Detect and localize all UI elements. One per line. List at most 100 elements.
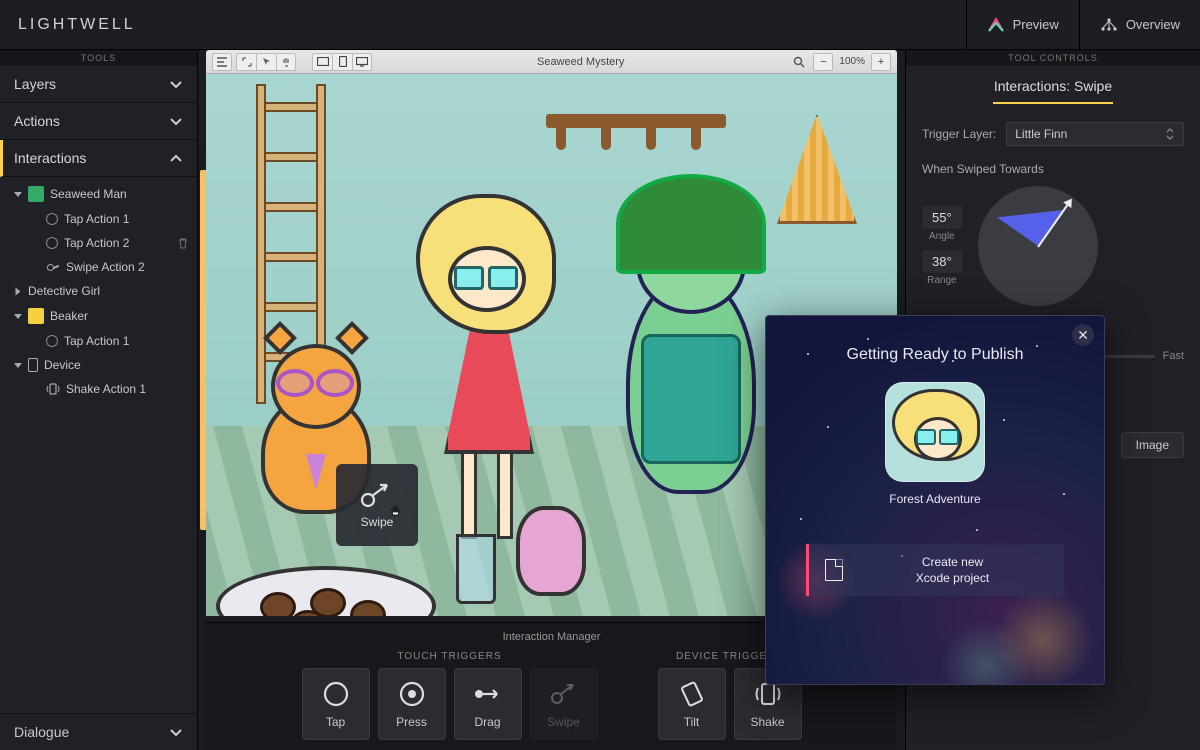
range-value[interactable]: 38°	[922, 250, 962, 273]
tree-item-tap-action-1[interactable]: Tap Action 1	[0, 207, 197, 231]
tree-item-label: Tap Action 2	[64, 236, 129, 250]
tools-label: TOOLS	[0, 50, 197, 66]
left-panel: TOOLS Layers Actions Interactions Seawee…	[0, 50, 198, 750]
tree-item-device[interactable]: Device	[0, 353, 197, 377]
angle-value[interactable]: 55°	[922, 206, 962, 229]
hand-button[interactable]	[276, 53, 296, 71]
tree-item-shake-action-1[interactable]: Shake Action 1	[0, 377, 197, 401]
section-dialogue-label: Dialogue	[14, 724, 69, 740]
scene-seaweed-man	[586, 154, 786, 534]
tree-item-seaweed-man[interactable]: Seaweed Man	[0, 181, 197, 207]
chevron-down-icon	[169, 725, 183, 739]
image-button[interactable]: Image	[1121, 432, 1184, 458]
tree-item-label: Tap Action 1	[64, 212, 129, 226]
swipe-direction-dial[interactable]	[978, 186, 1098, 306]
tree-item-label: Tap Action 1	[64, 334, 129, 348]
zoom-in-button[interactable]: +	[871, 53, 891, 71]
layer-thumb-icon	[28, 308, 44, 324]
layer-thumb-icon	[28, 186, 44, 202]
angle-label: Angle	[922, 231, 962, 242]
device-icon	[28, 358, 38, 372]
preview-button[interactable]: Preview	[966, 0, 1079, 49]
create-xcode-label: Create newXcode project	[857, 554, 1048, 586]
tree-item-beaker-tap-1[interactable]: Tap Action 1	[0, 329, 197, 353]
trigger-tap[interactable]: Tap	[302, 668, 370, 740]
trash-icon[interactable]	[177, 237, 189, 249]
tree-item-label: Beaker	[50, 309, 88, 323]
scene-coat-rack	[546, 114, 726, 128]
trigger-layer-label: Trigger Layer:	[922, 127, 996, 141]
preview-label: Preview	[1013, 17, 1059, 32]
shake-icon	[46, 383, 60, 395]
trigger-drag[interactable]: Drag	[454, 668, 522, 740]
swipe-drop-overlay[interactable]: Swipe	[336, 464, 418, 546]
app-logo: LIGHTWELL	[0, 16, 154, 34]
caret-down-icon	[14, 192, 22, 197]
overview-label: Overview	[1126, 17, 1180, 32]
tree-item-label: Swipe Action 2	[66, 260, 145, 274]
trigger-label: Swipe	[547, 715, 580, 729]
tree-item-swipe-action-2[interactable]: Swipe Action 2	[0, 255, 197, 279]
caret-down-icon	[14, 363, 22, 368]
caret-right-icon	[16, 287, 21, 295]
tree-item-label: Seaweed Man	[50, 187, 127, 201]
app-icon-preview	[885, 382, 985, 482]
device-portrait-button[interactable]	[332, 53, 352, 71]
zoom-out-button[interactable]: −	[813, 53, 833, 71]
pace-fast-label: Fast	[1163, 350, 1184, 362]
device-desktop-button[interactable]	[352, 53, 372, 71]
tap-icon	[46, 213, 58, 225]
tree-item-label: Device	[44, 358, 81, 372]
trigger-label: Tilt	[684, 715, 700, 729]
tap-icon	[46, 237, 58, 249]
section-dialogue[interactable]: Dialogue	[0, 713, 197, 750]
align-button[interactable]	[212, 53, 232, 71]
zoom-level: 100%	[837, 56, 867, 67]
expand-button[interactable]	[236, 53, 256, 71]
section-actions[interactable]: Actions	[0, 103, 197, 140]
chevron-up-icon	[169, 151, 183, 165]
tree-item-beaker[interactable]: Beaker	[0, 303, 197, 329]
scene-jug	[506, 476, 596, 596]
create-xcode-project-button[interactable]: Create newXcode project	[806, 544, 1064, 596]
canvas-toolbar: Seaweed Mystery − 100% +	[206, 50, 897, 74]
app-header: LIGHTWELL Preview Overview	[0, 0, 1200, 50]
trigger-swipe[interactable]: Swipe	[530, 668, 598, 740]
touch-triggers-label: TOUCH TRIGGERS	[397, 651, 501, 662]
modal-title: Getting Ready to Publish	[766, 316, 1104, 382]
select-button[interactable]	[256, 53, 276, 71]
swipe-towards-label: When Swiped Towards	[906, 152, 1200, 180]
tap-icon	[46, 335, 58, 347]
touch-trigger-group: TOUCH TRIGGERS Tap Press Drag	[302, 651, 598, 740]
tree-item-tap-action-2[interactable]: Tap Action 2	[0, 231, 197, 255]
search-button[interactable]	[789, 53, 809, 71]
range-label: Range	[922, 275, 962, 286]
section-layers-label: Layers	[14, 76, 56, 92]
preview-icon	[987, 17, 1005, 33]
trigger-label: Drag	[474, 715, 500, 729]
select-chevron-icon	[1165, 128, 1175, 140]
trigger-tilt[interactable]: Tilt	[658, 668, 726, 740]
chevron-down-icon	[169, 114, 183, 128]
tree-item-detective-girl[interactable]: Detective Girl	[0, 279, 197, 303]
chevron-down-icon	[169, 77, 183, 91]
tree-item-label: Shake Action 1	[66, 382, 146, 396]
trigger-layer-value: Little Finn	[1015, 127, 1067, 141]
trigger-label: Press	[396, 715, 427, 729]
section-interactions[interactable]: Interactions	[0, 140, 197, 177]
trigger-label: Tap	[326, 715, 345, 729]
overview-button[interactable]: Overview	[1079, 0, 1200, 49]
cursor-grab-icon	[388, 502, 404, 518]
overview-icon	[1100, 17, 1118, 33]
interactions-tree: Seaweed Man Tap Action 1 Tap Action 2 Sw…	[0, 177, 197, 713]
device-landscape-button[interactable]	[312, 53, 332, 71]
scene-glass	[456, 534, 496, 604]
document-icon	[825, 559, 843, 581]
app-name: Forest Adventure	[766, 492, 1104, 506]
tool-controls-label: TOOL CONTROLS	[906, 50, 1200, 66]
trigger-label: Shake	[750, 715, 784, 729]
publish-modal: ✕ Getting Ready to Publish Forest Advent…	[765, 315, 1105, 685]
trigger-press[interactable]: Press	[378, 668, 446, 740]
trigger-layer-select[interactable]: Little Finn	[1006, 122, 1184, 146]
section-layers[interactable]: Layers	[0, 66, 197, 103]
